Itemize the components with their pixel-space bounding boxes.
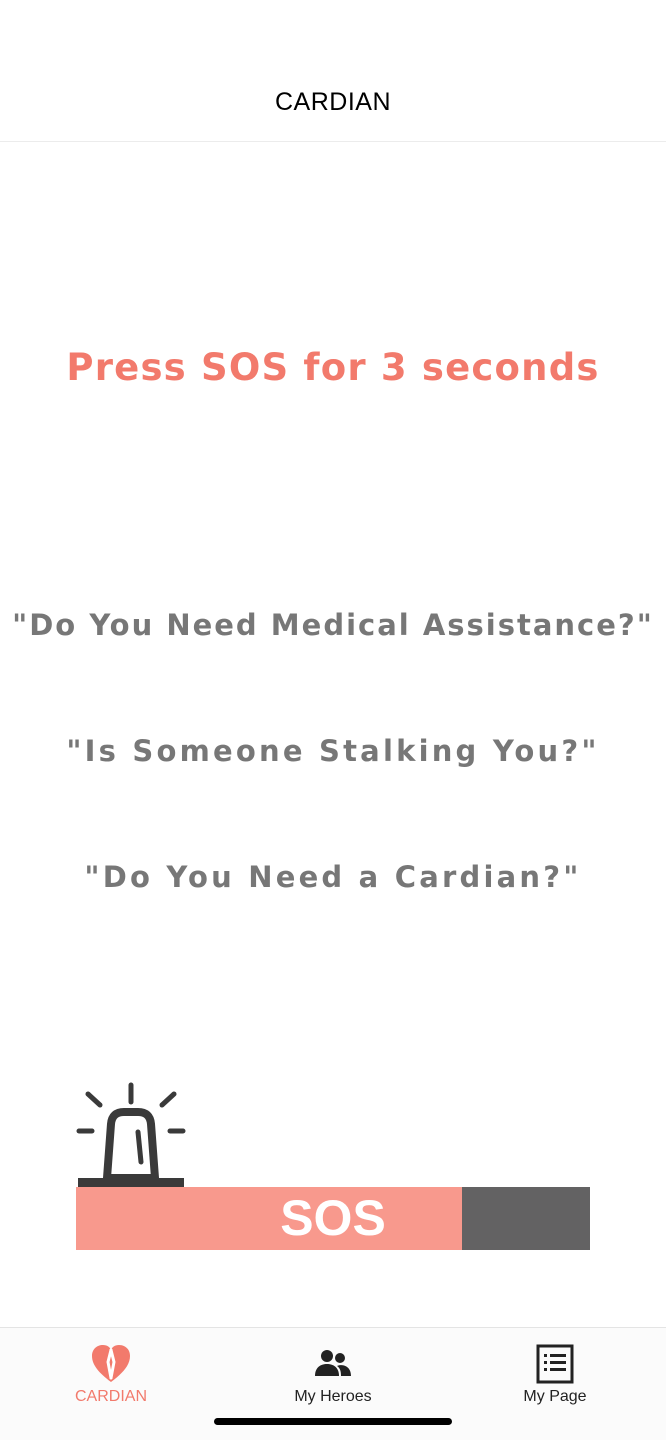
tab-cardian-label: CARDIAN — [74, 1388, 147, 1405]
people-icon — [315, 1350, 351, 1376]
prompt-medical: "Do You Need Medical Assistance?" — [12, 608, 654, 642]
tab-my-page-label: My Page — [523, 1388, 587, 1405]
prompt-stalking: "Is Someone Stalking You?" — [66, 734, 600, 768]
tab-my-heroes-label: My Heroes — [294, 1388, 372, 1405]
list-icon — [536, 1344, 574, 1384]
prompt-cardian: "Do You Need a Cardian?" — [84, 860, 582, 894]
sos-instruction: Press SOS for 3 seconds — [66, 346, 600, 389]
tab-my-page[interactable]: My Page — [444, 1328, 666, 1418]
tab-my-heroes[interactable]: My Heroes — [222, 1328, 444, 1418]
home-indicator — [214, 1418, 452, 1425]
page-title: CARDIAN — [274, 88, 391, 116]
sos-label: SOS — [280, 1190, 386, 1246]
navigation-bar: CARDIAN — [0, 0, 666, 142]
heart-icon — [92, 1345, 130, 1382]
siren-icon — [76, 1082, 186, 1188]
sos-button[interactable]: SOS — [76, 1187, 590, 1250]
tab-cardian[interactable]: CARDIAN — [0, 1328, 222, 1418]
